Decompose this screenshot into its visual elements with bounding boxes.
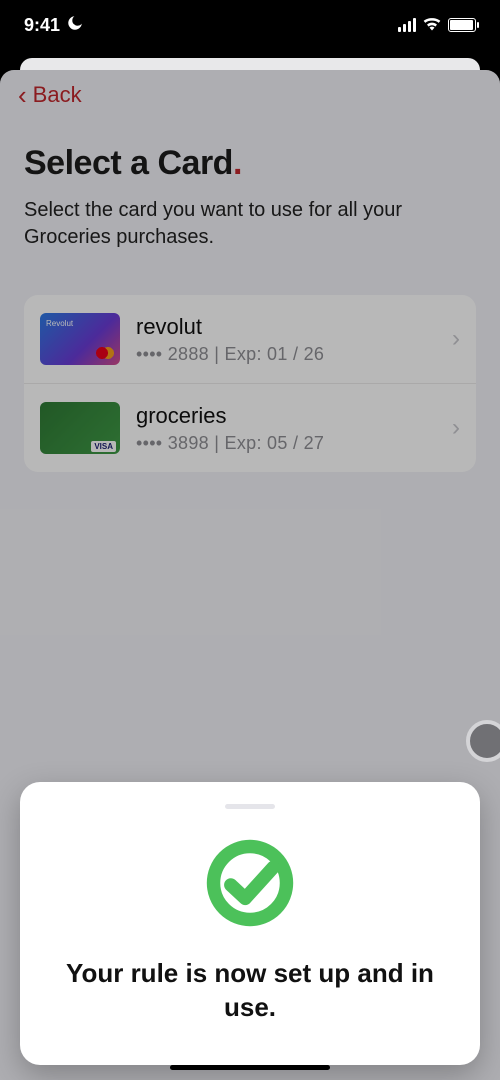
home-indicator[interactable] <box>170 1065 330 1070</box>
success-message: Your rule is now set up and in use. <box>44 957 456 1025</box>
status-time: 9:41 <box>24 15 60 36</box>
success-modal: Your rule is now set up and in use. <box>20 782 480 1065</box>
sheet-grabber[interactable] <box>225 804 275 809</box>
wifi-icon <box>422 15 442 36</box>
moon-icon <box>66 14 84 37</box>
checkmark-circle-icon <box>44 835 456 931</box>
assistive-touch-icon[interactable] <box>466 720 500 762</box>
battery-icon <box>448 18 476 32</box>
status-bar: 9:41 <box>0 0 500 50</box>
cellular-icon <box>398 18 416 32</box>
main-sheet: ‹ Back Select a Card. Select the card yo… <box>0 70 500 1080</box>
